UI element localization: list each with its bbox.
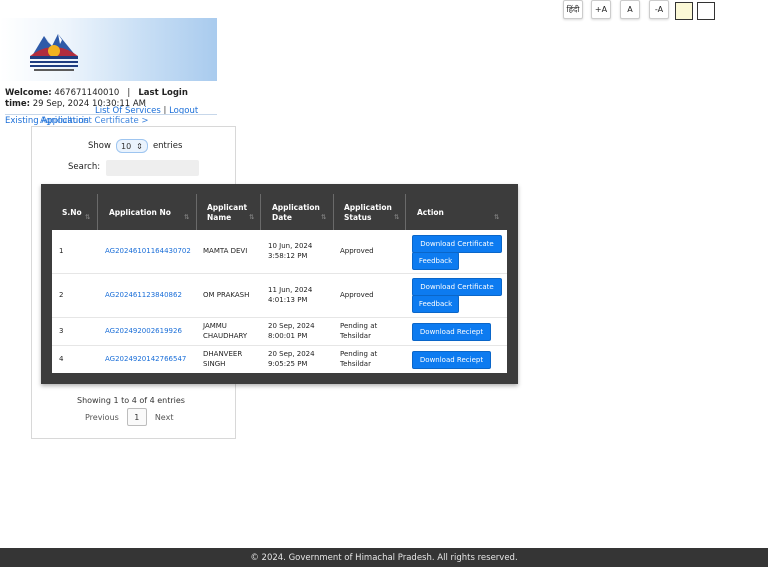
column-header-application-status[interactable]: Application Status [344, 195, 394, 230]
download-certificate-button[interactable]: Download Certificate [412, 235, 502, 253]
state-emblem-logo [30, 34, 78, 71]
table-cell-date: 20 Sep, 2024 9:05:25 PM [268, 350, 315, 368]
search-input[interactable] [106, 160, 199, 176]
table-cell-date: 11 Jun, 2024 4:01:13 PM [268, 286, 313, 304]
download-receipt-button[interactable]: Download Reciept [412, 323, 491, 341]
column-header-application-no[interactable]: Application No [109, 195, 189, 230]
column-header-action[interactable]: Action [417, 195, 477, 230]
entries-length-control: Show 10 ⇕ entries [88, 139, 183, 153]
font-increase-button[interactable]: +A [591, 0, 611, 19]
feedback-button[interactable]: Feedback [412, 252, 459, 270]
breadcrumb-divider [5, 114, 217, 115]
sort-icon[interactable]: ⇅ [494, 213, 499, 221]
table-cell-name: OM PRAKASH [203, 291, 250, 299]
header-banner [0, 18, 217, 81]
table-cell-status: Approved [340, 247, 374, 255]
table-cell-status: Pending at Tehsildar [340, 350, 378, 368]
sort-icon[interactable]: ⇅ [321, 213, 326, 221]
search-label: Search: [68, 162, 101, 172]
table-cell-sno: 1 [59, 247, 64, 255]
previous-page-button[interactable]: Previous [85, 413, 119, 422]
download-receipt-button[interactable]: Download Reciept [412, 351, 491, 369]
theme-cream-button[interactable] [675, 2, 693, 20]
table-cell-date: 20 Sep, 2024 8:00:01 PM [268, 322, 315, 340]
sort-icon[interactable]: ⇅ [394, 213, 399, 221]
theme-white-button[interactable] [697, 2, 715, 20]
feedback-button[interactable]: Feedback [412, 295, 459, 313]
pagination: Previous 1 Next [85, 408, 173, 426]
table-cell-status: Approved [340, 291, 374, 299]
row-divider [52, 273, 507, 274]
footer: © 2024. Government of Himachal Pradesh. … [0, 548, 768, 567]
table-cell-name: MAMTA DEVI [203, 247, 248, 255]
next-page-button[interactable]: Next [155, 413, 174, 422]
application-no-link[interactable]: AG202461123840862 [105, 291, 182, 301]
column-divider [196, 194, 197, 230]
application-no-link[interactable]: AG202492002619926 [105, 327, 182, 337]
entries-per-page-select[interactable]: 10 ⇕ [115, 139, 148, 153]
table-cell-date: 10 Jun, 2024 3:58:12 PM [268, 242, 313, 260]
application-no-link[interactable]: AG2024920142766547 [105, 355, 186, 365]
user-id: 467671140010 [54, 88, 120, 98]
sort-icon[interactable]: ⇅ [249, 213, 254, 221]
column-header-applicant-name[interactable]: Applicant Name [207, 195, 252, 230]
table-cell-sno: 3 [59, 327, 64, 335]
language-toggle-button[interactable]: हिंदी [563, 0, 583, 19]
table-cell-sno: 2 [59, 291, 64, 299]
application-no-link[interactable]: AG20246101164430702 [105, 247, 191, 257]
font-normal-button[interactable]: A [620, 0, 640, 19]
column-divider [333, 194, 334, 230]
table-cell-sno: 4 [59, 355, 64, 363]
row-divider [52, 345, 507, 346]
breadcrumb-agriculturist-certificate[interactable]: Agriculturist Certificate > [40, 116, 149, 126]
column-divider [405, 194, 406, 230]
table-cell-name: JAMMU CHAUDHARY [203, 322, 248, 340]
table-cell-status: Pending at Tehsildar [340, 322, 378, 340]
column-divider [97, 194, 98, 230]
download-certificate-button[interactable]: Download Certificate [412, 278, 502, 296]
column-header-application-date[interactable]: Application Date [272, 195, 322, 230]
sort-icon[interactable]: ⇅ [85, 213, 90, 221]
select-arrows-icon: ⇕ [136, 141, 143, 151]
copyright-text: © 2024. Government of Himachal Pradesh. … [250, 552, 518, 563]
row-divider [52, 317, 507, 318]
font-decrease-button[interactable]: -A [649, 0, 669, 19]
page-number-button[interactable]: 1 [126, 408, 147, 426]
column-divider [260, 194, 261, 230]
sort-icon[interactable]: ⇅ [184, 213, 189, 221]
table-cell-name: DHANVEER SINGH [203, 350, 243, 368]
table-info: Showing 1 to 4 of 4 entries [77, 396, 185, 405]
